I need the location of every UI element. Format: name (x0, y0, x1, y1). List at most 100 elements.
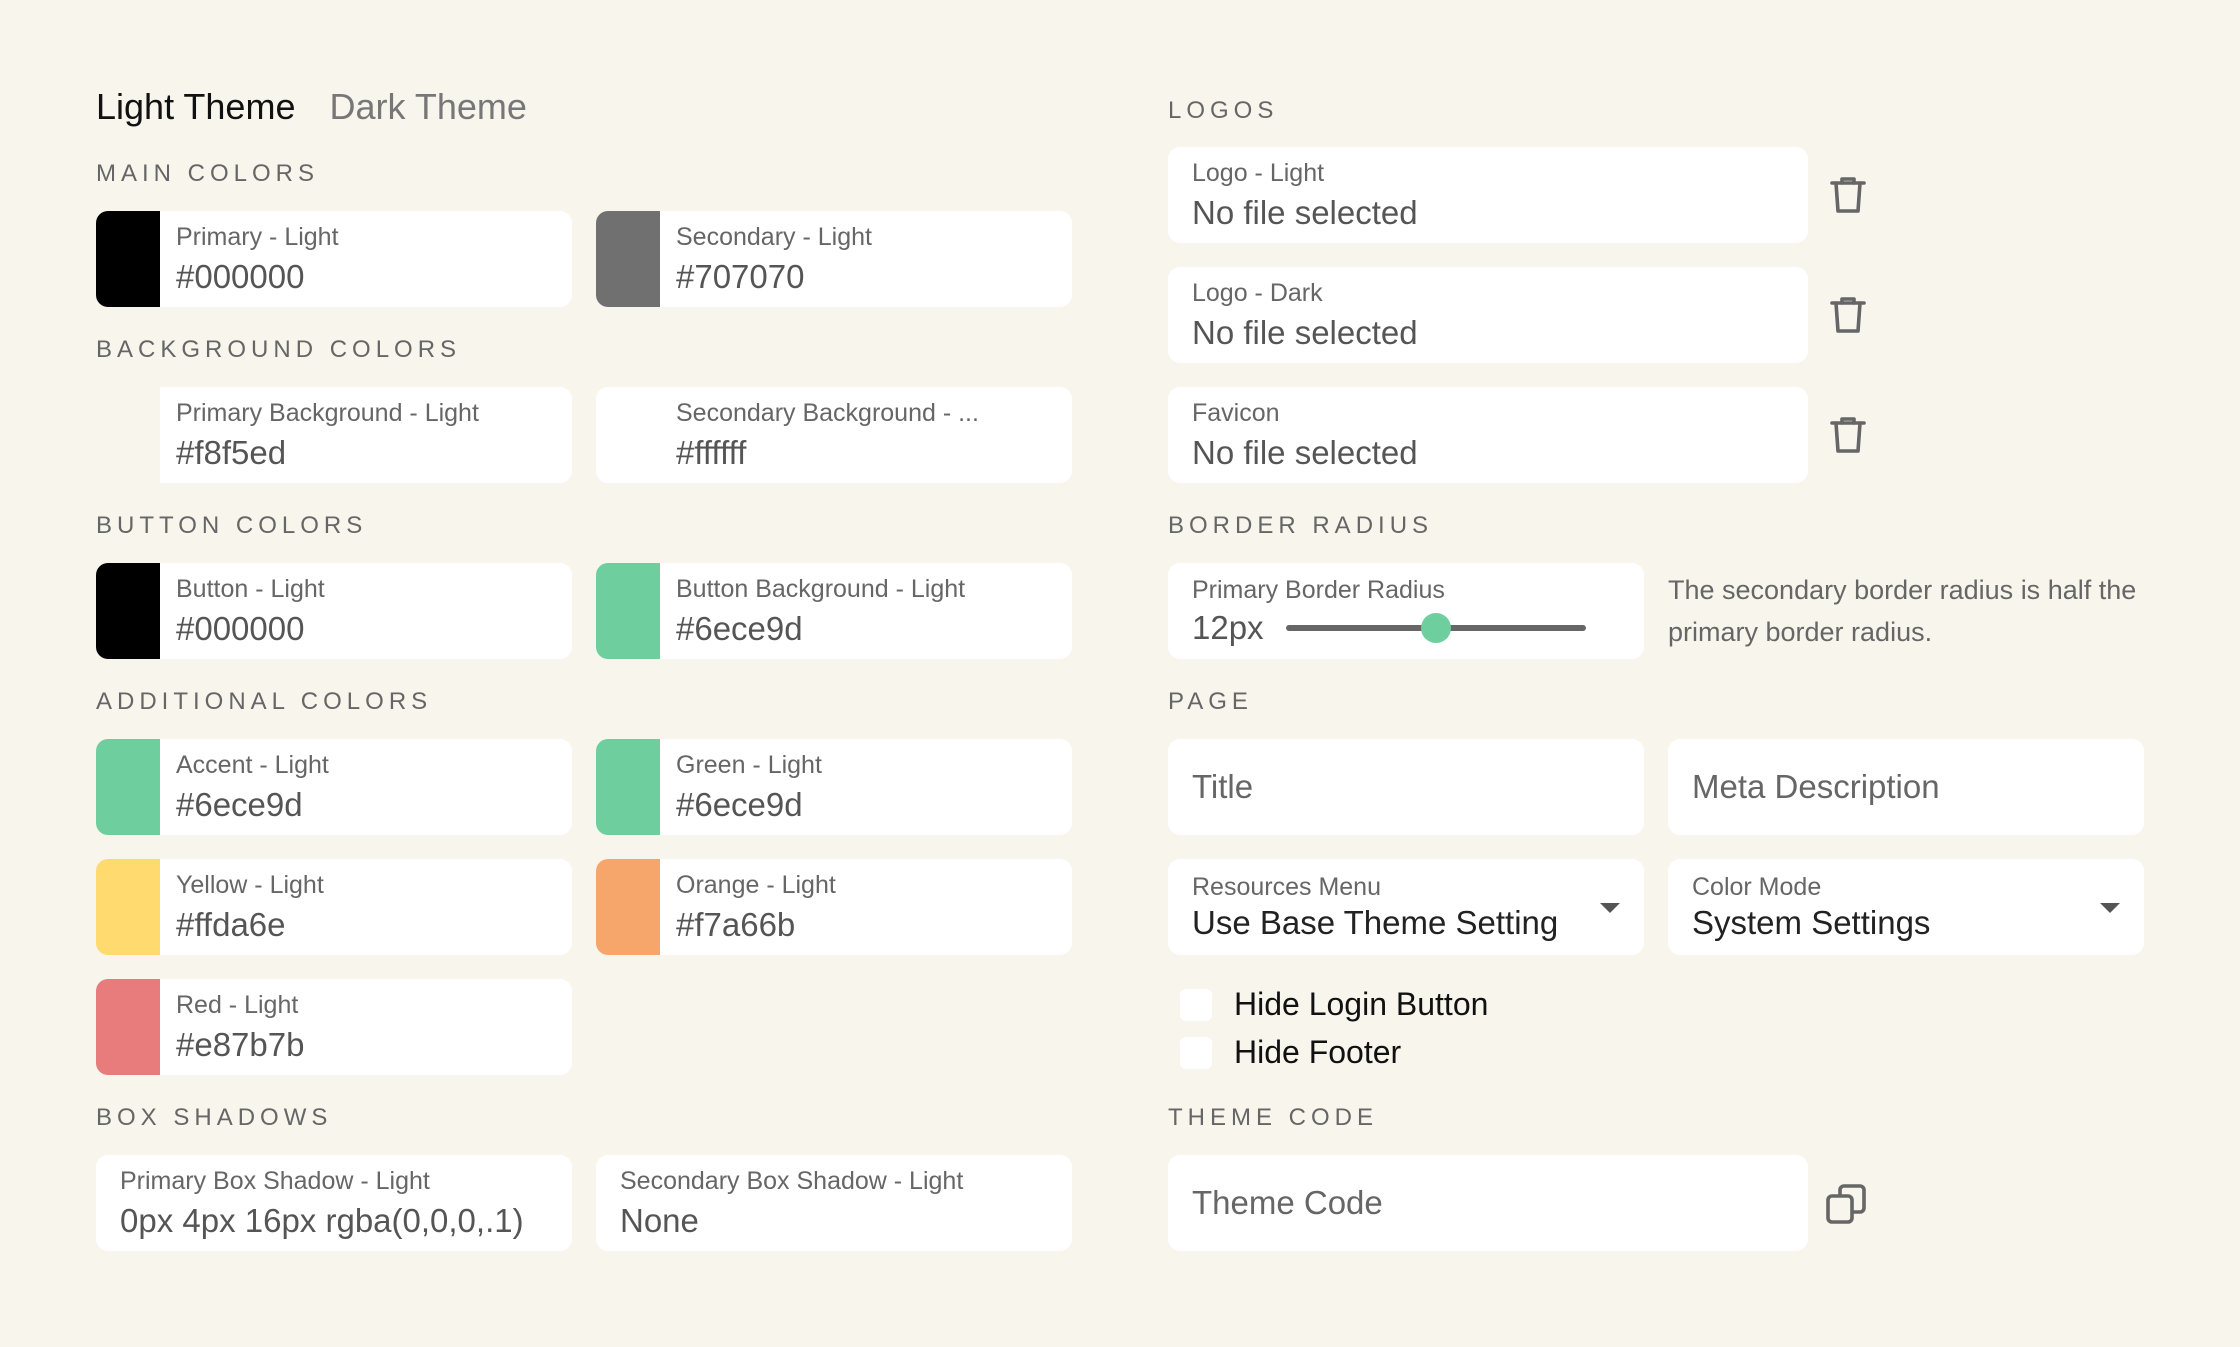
hide-footer-option[interactable]: Hide Footer (1180, 1034, 1401, 1071)
field-label: Red - Light (176, 991, 299, 1019)
tab-dark-theme[interactable]: Dark Theme (329, 86, 526, 128)
section-title-logos: LOGOS (1168, 97, 1279, 124)
field-label: Resources Menu (1192, 872, 1381, 901)
favicon-file-input[interactable]: Favicon No file selected (1168, 387, 1808, 483)
field-label: Primary Background - Light (176, 399, 479, 427)
secondary-background-swatch[interactable] (596, 387, 660, 483)
primary-border-radius-field: Primary Border Radius 12px (1168, 563, 1644, 659)
field-label: Primary Border Radius (1192, 575, 1445, 604)
secondary-box-shadow-field[interactable]: Secondary Box Shadow - Light None (596, 1155, 1072, 1251)
orange-color-field[interactable]: Orange - Light #f7a66b (596, 859, 1072, 955)
chevron-down-icon (1600, 903, 1620, 913)
field-value[interactable]: #ffffff (676, 434, 1056, 471)
field-value: Use Base Theme Setting (1192, 903, 1559, 941)
field-value[interactable]: #6ece9d (176, 786, 556, 823)
field-label: Favicon (1192, 399, 1280, 427)
field-value[interactable]: #6ece9d (676, 786, 1056, 823)
logo-dark-file-input[interactable]: Logo - Dark No file selected (1168, 267, 1808, 363)
secondary-color-swatch[interactable] (596, 211, 660, 307)
button-background-field[interactable]: Button Background - Light #6ece9d (596, 563, 1072, 659)
resources-menu-select[interactable]: Resources Menu Use Base Theme Setting (1168, 859, 1644, 955)
accent-color-swatch[interactable] (96, 739, 160, 835)
field-label: Color Mode (1692, 872, 1822, 901)
checkbox-label: Hide Footer (1234, 1034, 1402, 1070)
section-title-main-colors: MAIN COLORS (96, 160, 320, 187)
primary-background-swatch[interactable] (96, 387, 160, 483)
primary-color-swatch[interactable] (96, 211, 160, 307)
page-title-input[interactable]: Title (1168, 739, 1644, 835)
red-color-field[interactable]: Red - Light #e87b7b (96, 979, 572, 1075)
field-value[interactable]: None (620, 1202, 1056, 1239)
field-label: Button Background - Light (676, 575, 966, 603)
placeholder: Title (1192, 768, 1254, 805)
field-value: No file selected (1192, 193, 1418, 231)
hide-footer-checkbox[interactable] (1180, 1036, 1212, 1069)
border-radius-helper-text: The secondary border radius is half the … (1668, 575, 2137, 647)
field-label: Primary - Light (176, 223, 339, 251)
border-radius-slider[interactable] (1285, 612, 1586, 643)
field-value[interactable]: #000000 (176, 258, 556, 295)
accent-color-field[interactable]: Accent - Light #6ece9d (96, 739, 572, 835)
trash-icon[interactable] (1824, 291, 1872, 339)
field-value[interactable]: #ffda6e (176, 906, 556, 943)
meta-description-input[interactable]: Meta Description (1668, 739, 2144, 835)
primary-box-shadow-field[interactable]: Primary Box Shadow - Light 0px 4px 16px … (96, 1155, 572, 1251)
green-color-field[interactable]: Green - Light #6ece9d (596, 739, 1072, 835)
field-value[interactable]: #f7a66b (676, 906, 1056, 943)
field-value[interactable]: #e87b7b (176, 1026, 556, 1063)
placeholder: Meta Description (1692, 768, 1940, 805)
section-title-background-colors: BACKGROUND COLORS (96, 336, 462, 363)
section-title-border-radius: BORDER RADIUS (1168, 512, 1434, 539)
yellow-color-field[interactable]: Yellow - Light #ffda6e (96, 859, 572, 955)
field-value: System Settings (1692, 903, 1931, 941)
button-background-swatch[interactable] (596, 563, 660, 659)
border-radius-value: 12px (1192, 608, 1264, 646)
field-label: Button - Light (176, 575, 325, 603)
field-value: No file selected (1192, 313, 1418, 351)
primary-color-field[interactable]: Primary - Light #000000 (96, 211, 572, 307)
trash-icon[interactable] (1824, 171, 1872, 219)
field-label: Accent - Light (176, 751, 329, 779)
tab-light-theme[interactable]: Light Theme (96, 86, 295, 128)
theme-tabs: Light Theme Dark Theme (96, 86, 527, 128)
checkbox-label: Hide Login Button (1234, 986, 1489, 1022)
field-value[interactable]: #707070 (676, 258, 1056, 295)
field-label: Yellow - Light (176, 871, 324, 899)
field-value: No file selected (1192, 433, 1418, 471)
trash-icon[interactable] (1824, 411, 1872, 459)
field-label: Secondary - Light (676, 223, 872, 251)
theme-code-input[interactable]: Theme Code (1168, 1155, 1808, 1251)
color-mode-select[interactable]: Color Mode System Settings (1668, 859, 2144, 955)
primary-background-field[interactable]: Primary Background - Light #f8f5ed (96, 387, 572, 483)
hide-login-button-option[interactable]: Hide Login Button (1180, 986, 1488, 1023)
field-value[interactable]: #f8f5ed (176, 434, 556, 471)
chevron-down-icon (2100, 903, 2120, 913)
yellow-color-swatch[interactable] (96, 859, 160, 955)
placeholder: Theme Code (1192, 1184, 1383, 1221)
field-label: Primary Box Shadow - Light (120, 1167, 430, 1195)
field-label: Logo - Light (1192, 159, 1325, 187)
section-title-additional-colors: ADDITIONAL COLORS (96, 688, 433, 715)
field-value[interactable]: #000000 (176, 610, 556, 647)
orange-color-swatch[interactable] (596, 859, 660, 955)
section-title-page: PAGE (1168, 688, 1253, 715)
green-color-swatch[interactable] (596, 739, 660, 835)
slider-thumb[interactable] (1420, 612, 1451, 643)
copy-icon[interactable] (1822, 1180, 1870, 1228)
field-value[interactable]: #6ece9d (676, 610, 1056, 647)
field-label: Secondary Box Shadow - Light (620, 1167, 964, 1195)
secondary-color-field[interactable]: Secondary - Light #707070 (596, 211, 1072, 307)
red-color-swatch[interactable] (96, 979, 160, 1075)
field-value[interactable]: 0px 4px 16px rgba(0,0,0,.1) (120, 1202, 556, 1239)
hide-login-checkbox[interactable] (1180, 988, 1212, 1021)
field-label: Secondary Background - ... (676, 399, 979, 427)
section-title-theme-code: THEME CODE (1168, 1104, 1379, 1131)
section-title-button-colors: BUTTON COLORS (96, 512, 368, 539)
button-color-swatch[interactable] (96, 563, 160, 659)
logo-light-file-input[interactable]: Logo - Light No file selected (1168, 147, 1808, 243)
button-color-field[interactable]: Button - Light #000000 (96, 563, 572, 659)
field-label: Orange - Light (676, 871, 836, 899)
field-label: Green - Light (676, 751, 822, 779)
secondary-background-field[interactable]: Secondary Background - ... #ffffff (596, 387, 1072, 483)
field-label: Logo - Dark (1192, 279, 1323, 307)
